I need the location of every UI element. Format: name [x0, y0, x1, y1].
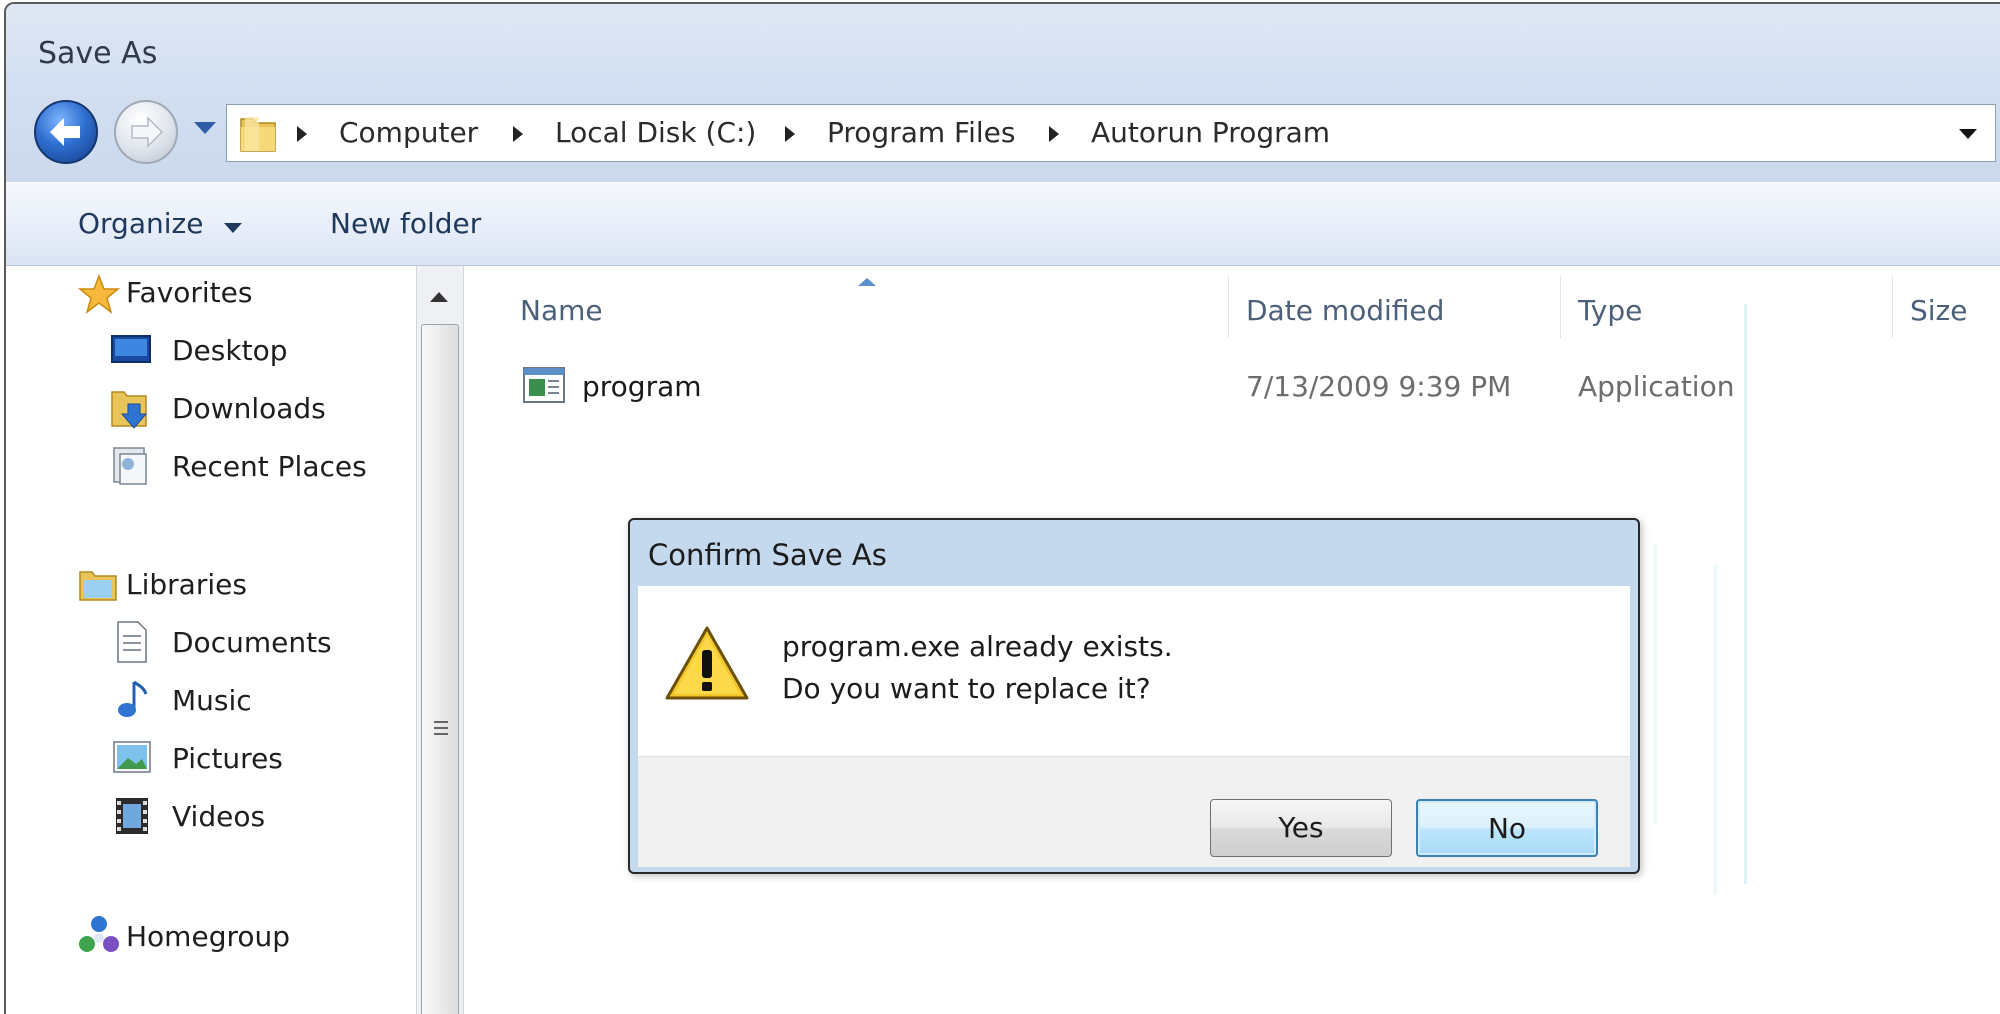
column-header-type[interactable]: Type: [1578, 294, 1642, 327]
forward-button[interactable]: [114, 100, 178, 164]
homegroup-icon: [79, 916, 119, 952]
yes-button[interactable]: Yes: [1210, 799, 1392, 857]
column-divider[interactable]: [1892, 276, 1893, 338]
file-type: Application: [1578, 370, 1735, 403]
column-divider[interactable]: [1560, 276, 1561, 338]
title-and-address-area: Save As Computer Local Disk (C:) Program…: [6, 4, 2000, 182]
column-header-size[interactable]: Size: [1910, 294, 1967, 327]
dialog-message-line-1: program.exe already exists.: [782, 630, 1173, 663]
sort-ascending-icon: [858, 278, 876, 286]
desktop-icon: [111, 335, 151, 363]
nav-homegroup-label: Homegroup: [126, 920, 291, 953]
breadcrumb-program-files[interactable]: Program Files: [827, 116, 1015, 149]
column-header-date-modified[interactable]: Date modified: [1246, 294, 1444, 327]
breadcrumb-local-disk[interactable]: Local Disk (C:): [555, 116, 756, 149]
application-icon: [523, 367, 565, 403]
command-toolbar: Organize New folder: [6, 182, 2000, 266]
address-bar[interactable]: Computer Local Disk (C:) Program Files A…: [226, 104, 1996, 162]
window-title: Save As: [38, 36, 158, 71]
grip-line: [434, 721, 448, 723]
breadcrumb-separator[interactable]: [1049, 126, 1059, 142]
scroll-up-arrow-icon[interactable]: [430, 292, 448, 302]
nav-item-label: Recent Places: [172, 450, 367, 483]
column-divider[interactable]: [1228, 276, 1229, 338]
confirm-save-as-dialog: Confirm Save As program.exe already exis…: [628, 518, 1640, 874]
nav-favorites-label: Favorites: [126, 276, 253, 309]
back-arrow-icon: [50, 118, 80, 146]
breadcrumb-separator[interactable]: [785, 126, 795, 142]
star-icon: [78, 274, 120, 314]
breadcrumb-separator[interactable]: [297, 126, 307, 142]
scrollbar-thumb[interactable]: [421, 324, 459, 1014]
nav-item-label: Downloads: [172, 392, 326, 425]
no-button[interactable]: No: [1416, 799, 1598, 857]
documents-icon: [117, 621, 147, 663]
nav-libraries-label: Libraries: [126, 568, 247, 601]
forward-arrow-icon: [131, 116, 164, 148]
address-history-dropdown[interactable]: [1959, 129, 1977, 139]
organize-dropdown-caret[interactable]: [224, 223, 242, 233]
nav-item-label: Desktop: [172, 334, 288, 367]
libraries-icon: [79, 571, 117, 601]
column-header-name[interactable]: Name: [520, 294, 603, 327]
artifact-line: [1744, 304, 1747, 884]
recent-places-icon: [113, 447, 147, 485]
warning-icon: [665, 626, 749, 700]
pictures-icon: [113, 741, 151, 773]
folder-icon: [240, 117, 276, 152]
nav-item-label: Documents: [172, 626, 332, 659]
dialog-title: Confirm Save As: [648, 538, 887, 572]
file-name: program: [582, 370, 702, 403]
navigation-pane: Favorites Desktop Downloads Recent Place…: [6, 266, 416, 1014]
back-button[interactable]: [34, 100, 98, 164]
artifact-line: [1714, 564, 1717, 894]
videos-icon: [116, 798, 148, 834]
organize-button[interactable]: Organize: [78, 207, 203, 240]
recent-pages-dropdown[interactable]: [194, 122, 216, 134]
nav-pane-scrollbar[interactable]: [416, 266, 464, 1014]
nav-item-label: Videos: [172, 800, 266, 833]
breadcrumb-separator[interactable]: [513, 126, 523, 142]
grip-line: [434, 727, 448, 729]
breadcrumb-autorun-program[interactable]: Autorun Program: [1091, 116, 1330, 149]
grip-line: [434, 733, 448, 735]
new-folder-button[interactable]: New folder: [330, 207, 481, 240]
artifact-line: [1654, 544, 1657, 824]
music-icon: [118, 680, 148, 717]
nav-item-label: Music: [172, 684, 252, 717]
dialog-body: program.exe already exists. Do you want …: [638, 586, 1630, 756]
breadcrumb-computer[interactable]: Computer: [339, 116, 478, 149]
dialog-message-line-2: Do you want to replace it?: [782, 672, 1151, 705]
nav-item-label: Pictures: [172, 742, 283, 775]
dialog-button-bar: Yes No: [638, 756, 1630, 867]
file-date-modified: 7/13/2009 9:39 PM: [1246, 370, 1512, 403]
downloads-folder-icon: [111, 391, 148, 429]
